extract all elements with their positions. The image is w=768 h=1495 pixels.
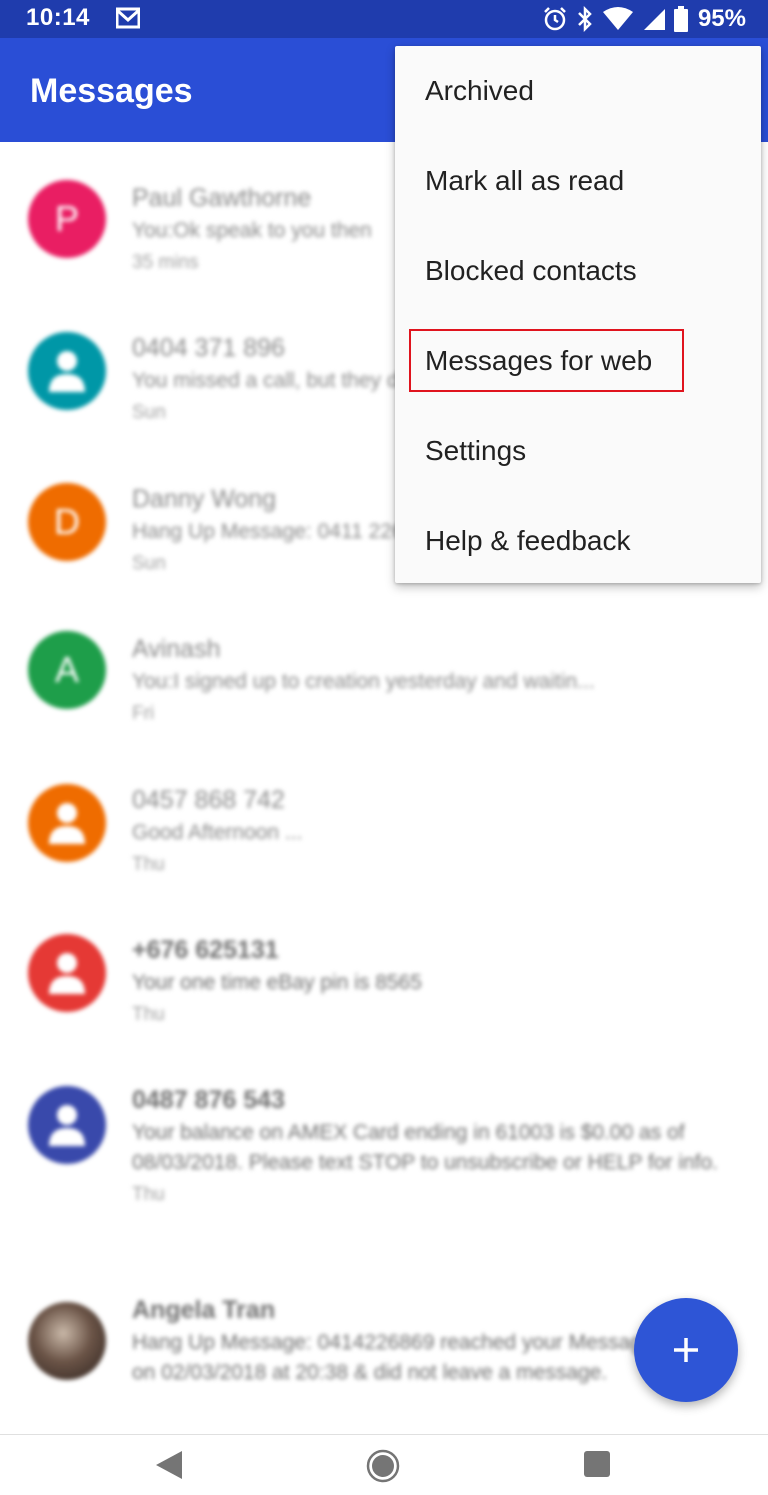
- conversation-text: Angela Tran Hang Up Message: 0414226869 r…: [132, 1292, 722, 1388]
- conversation-text: Avinash You:I signed up to creation yeste…: [132, 631, 722, 731]
- home-icon[interactable]: [366, 1449, 400, 1483]
- mail-icon: [116, 7, 140, 29]
- contact-name: +676 625131: [132, 936, 279, 964]
- message-time: Fri: [132, 703, 155, 724]
- status-time: 10:14: [26, 4, 90, 31]
- start-chat-button[interactable]: [634, 1298, 738, 1402]
- avatar[interactable]: P: [28, 180, 106, 258]
- battery-icon: [673, 6, 688, 32]
- avatar[interactable]: [28, 784, 106, 862]
- contact-photo[interactable]: [28, 1302, 106, 1380]
- menu-item-mark-all-read[interactable]: Mark all as read: [395, 136, 761, 226]
- message-time: Thu: [132, 1184, 165, 1205]
- plus-icon: [674, 1338, 698, 1362]
- contact-name: Angela Tran: [132, 1296, 276, 1324]
- page-title: Messages: [30, 72, 193, 110]
- avatar-initial: P: [54, 198, 79, 239]
- menu-item-blocked-contacts[interactable]: Blocked contacts: [395, 226, 761, 316]
- person-icon: [49, 803, 85, 844]
- recents-icon[interactable]: [582, 1449, 612, 1479]
- status-icons: 95%: [542, 2, 746, 36]
- message-snippet: You:I signed up to creation yesterday an…: [132, 670, 595, 693]
- nav-bar: [0, 1434, 768, 1495]
- status-bar: 10:14 95%: [0, 0, 768, 38]
- message-snippet: Your balance on AMEX Card ending in 6100…: [132, 1121, 719, 1174]
- message-snippet: Your one time eBay pin is 8565: [132, 971, 422, 994]
- contact-name: Avinash: [132, 635, 221, 663]
- person-icon: [49, 1105, 85, 1146]
- message-time: Thu: [132, 1004, 165, 1025]
- contact-name: 0487 876 543: [132, 1086, 285, 1114]
- overflow-menu: Archived Mark all as read Blocked contac…: [395, 46, 761, 583]
- person-icon: [49, 351, 85, 392]
- avatar[interactable]: [28, 332, 106, 410]
- battery-percent: 95%: [697, 5, 746, 32]
- wifi-icon: [602, 7, 633, 30]
- message-time: Thu: [132, 854, 165, 875]
- avatar-initial: A: [54, 649, 79, 690]
- back-icon[interactable]: [154, 1449, 184, 1481]
- conversation-text: 0487 876 543 Your balance on AMEX Card en…: [132, 1082, 722, 1212]
- cell-signal-icon: [643, 9, 665, 30]
- alarm-icon: [544, 7, 566, 31]
- menu-item-archived[interactable]: Archived: [395, 46, 761, 136]
- menu-item-help-feedback[interactable]: Help & feedback: [395, 496, 761, 586]
- avatar[interactable]: A: [28, 631, 106, 709]
- person-icon: [49, 953, 85, 994]
- menu-item-messages-for-web[interactable]: Messages for web: [395, 316, 761, 406]
- message-snippet: Hang Up Message: 0414226869 reached your…: [132, 1331, 702, 1384]
- conversation-text: 0457 868 742 Good Afternoon ... Thu: [132, 782, 722, 882]
- avatar-initial: D: [54, 501, 80, 542]
- avatar[interactable]: D: [28, 483, 106, 561]
- bluetooth-icon: [578, 6, 592, 32]
- message-snippet: Good Afternoon ...: [132, 821, 303, 844]
- menu-item-settings[interactable]: Settings: [395, 406, 761, 496]
- conversation-text: +676 625131 Your one time eBay pin is 856…: [132, 932, 722, 1032]
- avatar[interactable]: [28, 1086, 106, 1164]
- avatar[interactable]: [28, 934, 106, 1012]
- contact-name: 0457 868 742: [132, 786, 285, 814]
